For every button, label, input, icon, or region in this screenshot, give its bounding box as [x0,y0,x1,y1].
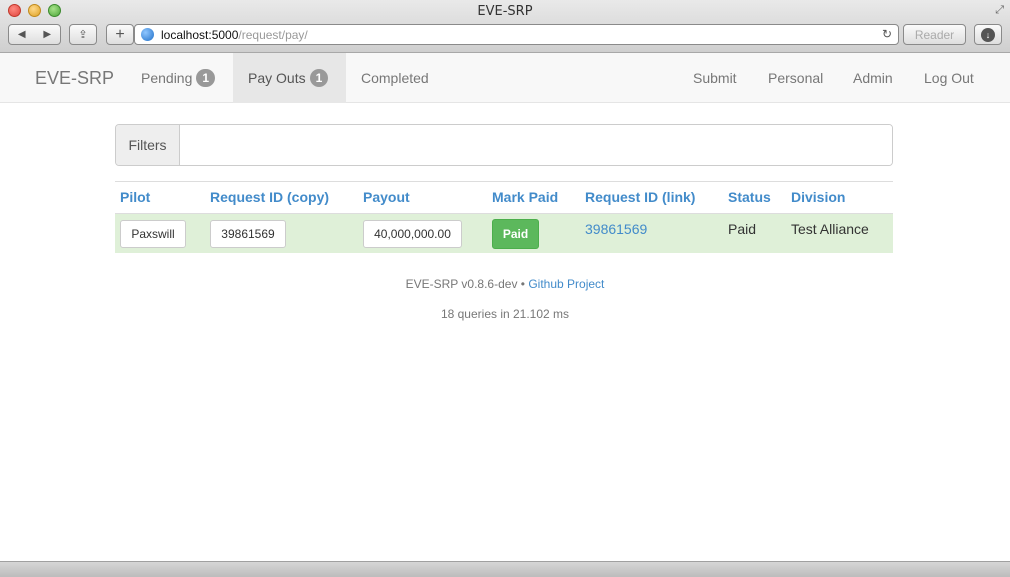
window-title: EVE-SRP [477,4,533,19]
header-pilot[interactable]: Pilot [120,189,150,205]
request-id-link[interactable]: 39861569 [585,221,647,237]
header-division[interactable]: Division [791,189,845,205]
share-button[interactable]: ⇪ [69,24,97,45]
table-row: Paxswill 39861569 40,000,000.00 Paid 398… [115,213,893,253]
nav-logout[interactable]: Log Out [924,53,974,103]
nav-personal[interactable]: Personal [768,53,823,103]
back-forward-buttons: ◀ ▶ [8,24,61,45]
header-status[interactable]: Status [728,189,771,205]
browser-status-bar [0,561,1010,577]
fullscreen-icon[interactable]: ⤢ [995,4,1004,17]
github-project-link[interactable]: Github Project [528,277,604,291]
nav-submit[interactable]: Submit [693,53,737,103]
url-path: /request/pay/ [238,27,308,42]
address-bar[interactable]: localhost:5000 /request/pay/ ↻ [134,24,899,45]
globe-icon [141,28,154,41]
nav-admin[interactable]: Admin [853,53,893,103]
footer-separator: • [520,277,525,291]
header-request-link[interactable]: Request ID (link) [585,189,695,205]
nav-pending[interactable]: Pending 1 [126,53,230,103]
header-payout[interactable]: Payout [363,189,410,205]
brand-link[interactable]: EVE-SRP [35,68,114,89]
download-icon: ↓ [981,27,995,42]
mark-paid-button[interactable]: Paid [492,219,539,249]
app-navbar: EVE-SRP Pending 1 Pay Outs 1 Completed S… [0,53,1010,103]
url-host: localhost:5000 [161,27,239,42]
payouts-table: Pilot Request ID (copy) Payout Mark Paid… [115,181,893,253]
header-request-copy[interactable]: Request ID (copy) [210,189,329,205]
request-id-copy-box[interactable]: 39861569 [210,220,286,248]
downloads-button[interactable]: ↓ [974,24,1002,45]
add-bookmark-button[interactable]: + [106,24,134,45]
filters-input[interactable] [180,125,892,165]
nav-payouts[interactable]: Pay Outs 1 [233,53,346,103]
header-mark-paid[interactable]: Mark Paid [492,189,558,205]
reader-button[interactable]: Reader [903,24,966,45]
division-text: Test Alliance [791,221,869,237]
version-text: EVE-SRP v0.8.6-dev [405,277,518,291]
pending-count-badge: 1 [196,69,216,87]
payout-copy-box[interactable]: 40,000,000.00 [363,220,462,248]
table-header: Pilot Request ID (copy) Payout Mark Paid… [115,182,893,213]
status-text: Paid [728,221,757,237]
browser-titlebar: EVE-SRP ⤢ ◀ ▶ ⇪ + localhost:5000 /reques… [0,0,1010,53]
pilot-copy-box[interactable]: Paxswill [120,220,186,248]
reload-icon[interactable]: ↻ [882,27,892,41]
filters-group: Filters [115,124,893,166]
nav-pending-label: Pending [141,70,193,86]
payouts-count-badge: 1 [309,69,329,87]
back-arrow-icon[interactable]: ◀ [9,29,35,40]
forward-arrow-icon[interactable]: ▶ [35,29,61,40]
nav-payouts-label: Pay Outs [248,70,306,86]
nav-completed[interactable]: Completed [361,53,429,103]
query-stats: 18 queries in 21.102 ms [440,307,570,321]
filters-label: Filters [116,125,180,165]
footer-version-line: EVE-SRP v0.8.6-dev • Github Project [0,277,1010,291]
plus-icon: + [115,25,125,43]
share-icon: ⇪ [78,29,88,41]
